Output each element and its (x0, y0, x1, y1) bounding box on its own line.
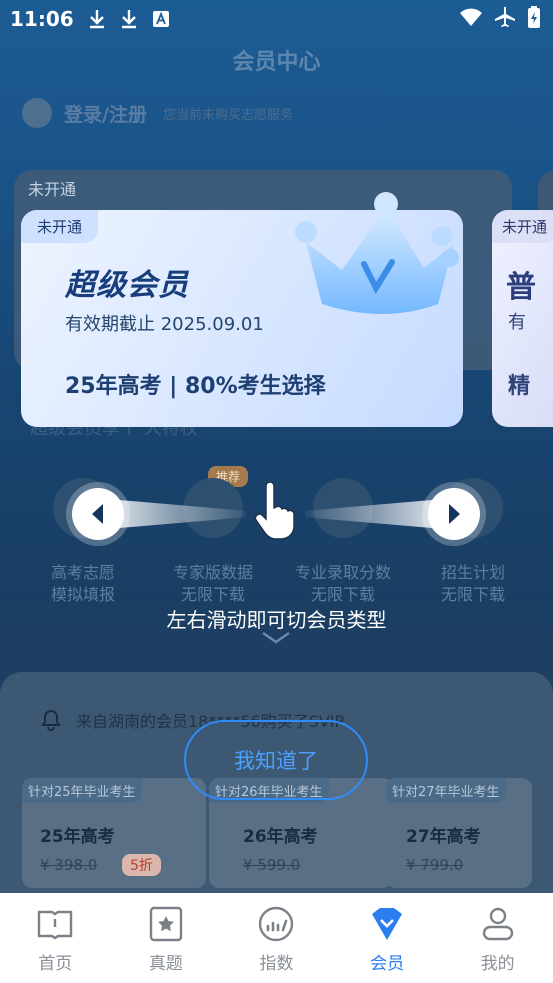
plan-card-25[interactable]: 针对25年毕业考生 25年高考 ¥ 398.0 5折 (22, 778, 206, 888)
download-icon (86, 8, 108, 30)
plan-name: 25年高考 (40, 827, 115, 847)
tab-profile[interactable]: 我的 (442, 893, 553, 983)
card-title: 超级会员 (65, 268, 189, 303)
plan-name: 26年高考 (243, 827, 318, 847)
login-link[interactable]: 登录/注册 (64, 100, 147, 127)
vip-shield-icon (372, 908, 403, 940)
tab-label: 指数 (259, 954, 294, 974)
feature-line2: 无限下载 (440, 585, 505, 604)
status-time: 11:06 (10, 7, 74, 31)
tab-home[interactable]: 首页 (0, 893, 111, 983)
tab-label: 我的 (480, 954, 515, 974)
download-icon-2 (118, 8, 140, 30)
swipe-left-button[interactable] (72, 488, 124, 540)
feature-line1: 专家版数据 (172, 563, 253, 582)
card-status-badge: 未开通 (21, 210, 99, 243)
plan-name: 27年高考 (406, 827, 481, 847)
chevron-down-icon (262, 632, 290, 644)
plan-tag: 针对27年毕业考生 (386, 778, 506, 803)
card-meta: 25年高考 | 80%考生选择 (65, 374, 326, 399)
gauge-icon (259, 906, 294, 942)
battery-icon (528, 6, 540, 28)
wifi-icon (460, 8, 482, 26)
tab-label: 会员 (370, 954, 405, 974)
book-icon (38, 910, 73, 940)
bell-icon (41, 709, 61, 731)
page-title: 会员中心 (232, 50, 321, 75)
font-a-icon (150, 8, 172, 30)
feature-line2: 无限下载 (310, 585, 375, 604)
login-subtitle: 您当前未购买志愿服务 (162, 107, 293, 123)
feature-line1: 高考志愿 (50, 563, 115, 582)
card-validity: 有效期截止 2025.09.01 (65, 314, 264, 335)
pointing-hand-icon (254, 482, 295, 540)
crown-icon (295, 192, 459, 314)
swipe-right-button[interactable] (428, 488, 480, 540)
tab-index[interactable]: 指数 (221, 893, 332, 983)
plan-price: ¥ 398.0 (40, 856, 98, 874)
got-it-button[interactable]: 我知道了 (184, 720, 368, 800)
plan-discount: 5折 (122, 854, 161, 876)
status-icons (459, 6, 541, 28)
plan-price: ¥ 599.0 (243, 856, 301, 874)
feature-item-major-scores[interactable]: 专业录取分数 无限下载 (288, 478, 398, 606)
tab-label: 真题 (148, 954, 183, 974)
feature-line2: 无限下载 (180, 585, 245, 604)
airplane-icon (495, 7, 515, 27)
tab-exam-questions[interactable]: 真题 (111, 893, 222, 983)
plan-tag: 针对25年毕业考生 (22, 778, 142, 803)
chevron-right-icon (449, 504, 460, 524)
feature-line1: 专业录取分数 (294, 563, 391, 582)
avatar (22, 98, 52, 128)
tab-membership[interactable]: 会员 (332, 893, 443, 983)
feature-line1: 招生计划 (440, 563, 505, 582)
plan-card-27[interactable]: 针对27年毕业考生 27年高考 ¥ 799.0 (386, 778, 532, 888)
card-line3: 精 (508, 374, 531, 399)
card-title: 普 (506, 270, 536, 305)
star-card-icon (149, 906, 183, 942)
login-row[interactable]: 登录/注册 您当前未购买志愿服务 (22, 98, 293, 128)
card-status-badge: 未开通 (492, 210, 553, 243)
plan-price: ¥ 799.0 (406, 856, 464, 874)
swipe-hint-text: 左右滑动即可切会员类型 (166, 608, 387, 632)
member-card-next[interactable]: 未开通 普 有 精 (492, 210, 553, 427)
card-line2: 有 (508, 312, 526, 333)
feature-line2: 模拟填报 (50, 585, 115, 604)
tab-label: 首页 (38, 954, 73, 974)
background-card-badge: 未开通 (28, 180, 77, 199)
user-icon (482, 907, 513, 941)
bottom-tab-bar: 首页 真题 指数 会员 我的 (0, 893, 553, 983)
chevron-left-icon (92, 504, 103, 524)
status-bar: 11:06 (0, 0, 553, 38)
